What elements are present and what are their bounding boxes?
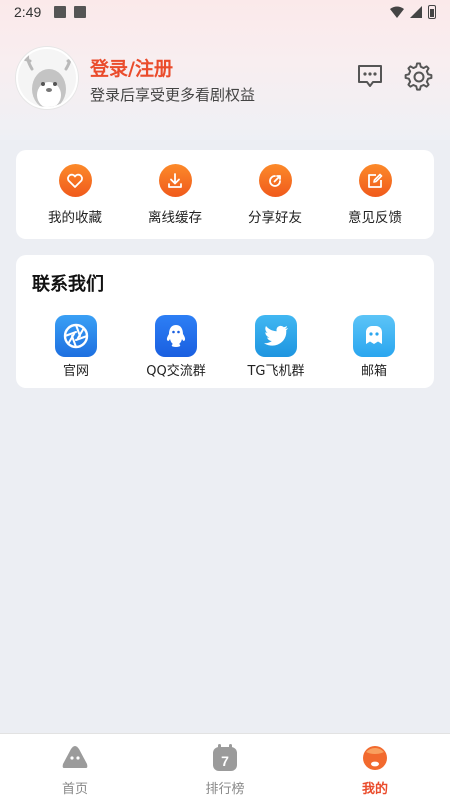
- official-website-button[interactable]: 官网: [26, 315, 126, 379]
- battery-icon: [428, 5, 436, 19]
- aperture-icon: [55, 315, 97, 357]
- avatar[interactable]: [16, 47, 78, 109]
- tab-label: 我的: [361, 782, 388, 797]
- image-notification-icon: [54, 6, 66, 18]
- edit-icon: [358, 164, 392, 197]
- feedback-button[interactable]: 意见反馈: [330, 164, 420, 226]
- ranking-icon-number: 7: [221, 753, 229, 769]
- contact-label: 官网: [62, 364, 89, 379]
- contact-label: QQ交流群: [146, 364, 206, 379]
- reindeer-avatar-icon: [22, 51, 76, 107]
- message-icon: [358, 65, 382, 87]
- signal-icon: [410, 6, 422, 18]
- notification-icons: [54, 6, 86, 18]
- quick-action-label: 我的收藏: [48, 210, 102, 226]
- contact-us-title: 联系我们: [32, 274, 104, 295]
- messages-button[interactable]: [356, 62, 384, 90]
- tab-ranking[interactable]: 7 排行榜: [185, 744, 265, 797]
- quick-actions-card: 我的收藏 离线缓存 分享好友 意见反馈: [16, 150, 434, 239]
- tab-label: 首页: [61, 782, 88, 797]
- wifi-icon: [390, 6, 404, 18]
- system-icons: [390, 5, 436, 19]
- email-button[interactable]: 邮箱: [324, 315, 424, 379]
- gear-icon: [404, 62, 433, 91]
- ranking-icon: 7: [210, 744, 240, 772]
- offline-cache-button[interactable]: 离线缓存: [130, 164, 220, 226]
- share-icon: [258, 164, 292, 197]
- quick-action-label: 意见反馈: [348, 210, 402, 226]
- qq-group-button[interactable]: QQ交流群: [126, 315, 226, 379]
- tab-label: 排行榜: [205, 782, 245, 797]
- tab-home[interactable]: 首页: [35, 744, 115, 797]
- quick-action-label: 分享好友: [248, 210, 302, 226]
- contact-label: 邮箱: [360, 364, 387, 379]
- quick-action-label: 离线缓存: [148, 210, 202, 226]
- status-bar: 2:49: [0, 0, 450, 26]
- qq-icon: [155, 315, 197, 357]
- heart-icon: [58, 164, 92, 197]
- settings-button[interactable]: [404, 62, 434, 92]
- login-benefits-text: 登录后享受更多看剧权益: [90, 86, 256, 104]
- login-register-link[interactable]: 登录/注册: [90, 54, 173, 81]
- tab-mine[interactable]: 我的: [335, 744, 415, 797]
- chat-bubble-icon: [353, 315, 395, 357]
- home-icon: [60, 744, 90, 772]
- tg-group-button[interactable]: TG飞机群: [226, 315, 326, 379]
- favorites-button[interactable]: 我的收藏: [30, 164, 120, 226]
- profile-header: 2:49 登录/注册 登录后享受更多看剧权益: [0, 0, 450, 140]
- text-notification-icon: [74, 6, 86, 18]
- contact-us-card: 联系我们 官网 QQ交流群 TG飞机群 邮箱: [16, 255, 434, 388]
- profile-icon: [360, 744, 390, 772]
- twitter-bird-icon: [255, 315, 297, 357]
- download-icon: [158, 164, 192, 197]
- contact-label: TG飞机群: [247, 364, 305, 379]
- status-time: 2:49: [14, 4, 42, 20]
- bottom-tab-bar: 首页 7 排行榜 我的: [0, 733, 450, 800]
- share-friends-button[interactable]: 分享好友: [230, 164, 320, 226]
